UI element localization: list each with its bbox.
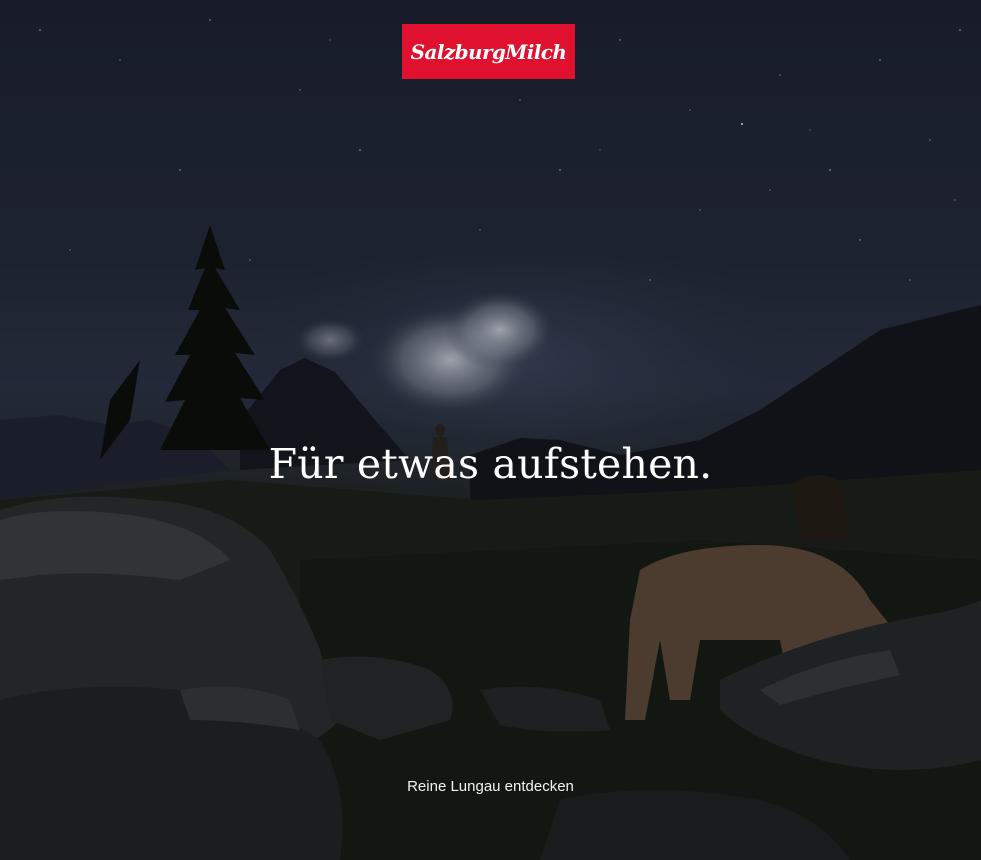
hero-section: SalzburgMilch Für etwas aufstehen. Reine…	[0, 0, 981, 860]
hero-background-image	[0, 0, 981, 860]
salzburgmilch-logo[interactable]: SalzburgMilch	[402, 24, 575, 79]
logo-text: SalzburgMilch	[410, 39, 567, 64]
hero-headline: Für etwas aufstehen.	[268, 440, 713, 488]
discover-lungau-link[interactable]: Reine Lungau entdecken	[0, 778, 981, 795]
